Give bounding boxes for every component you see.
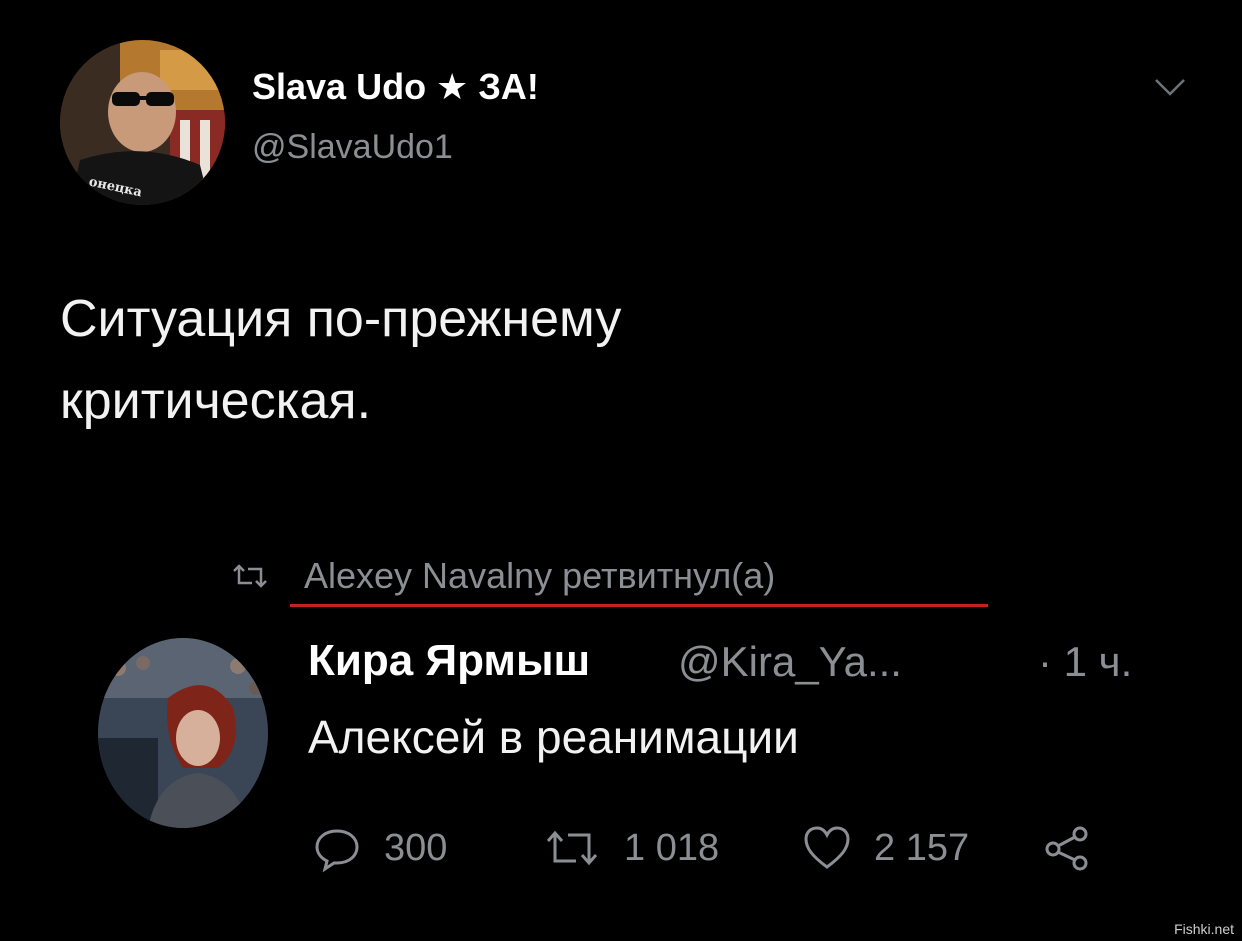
reply-button[interactable]: 300 <box>312 818 447 878</box>
tweet-text-line: критическая. <box>60 372 372 430</box>
retweet-count: 1 018 <box>624 826 720 869</box>
share-button[interactable] <box>1042 818 1092 878</box>
retweet-icon <box>233 564 267 588</box>
like-count: 2 157 <box>874 826 970 869</box>
retweet-icon <box>546 830 598 866</box>
retweet-button[interactable]: 1 018 <box>542 818 719 878</box>
share-icon <box>1045 826 1088 871</box>
tweet-text: Ситуация по-прежнему критическая. <box>60 278 1160 442</box>
chevron-down-icon <box>1155 79 1185 96</box>
author-name[interactable]: Slava Udo ★ ЗА! <box>252 66 539 108</box>
retweet-label: Alexey Navalny ретвитнул(а) <box>304 555 776 596</box>
author-avatar-image: онецка <box>60 40 225 205</box>
heart-icon <box>804 826 850 869</box>
watermark: Fishki.net <box>1174 921 1234 937</box>
author-handle[interactable]: @SlavaUdo1 <box>252 128 453 167</box>
quoted-author-avatar[interactable] <box>98 638 268 828</box>
quoted-author-name[interactable]: Кира Ярмыш <box>308 636 590 686</box>
quoted-avatar-image <box>98 638 268 828</box>
author-avatar[interactable]: онецка <box>60 40 225 205</box>
like-button[interactable]: 2 157 <box>802 818 969 878</box>
tweet-menu-button[interactable] <box>1150 72 1190 102</box>
tweet-text-line: Ситуация по-прежнему <box>60 290 622 348</box>
highlight-underline <box>290 604 988 607</box>
quoted-tweet-text: Алексей в реанимации <box>308 711 799 763</box>
reply-count: 300 <box>384 826 448 869</box>
quoted-timestamp[interactable]: · 1 ч. <box>1038 638 1132 686</box>
retweet-context[interactable]: Alexey Navalny ретвитнул(а) <box>230 551 775 601</box>
quoted-tweet-header: Кира Ярмыш @Kira_Ya... · 1 ч. <box>308 636 1208 696</box>
tweet-actions: 300 1 018 2 157 <box>312 818 1132 878</box>
quoted-author-handle[interactable]: @Kira_Ya... <box>678 638 902 686</box>
reply-icon <box>315 829 359 873</box>
